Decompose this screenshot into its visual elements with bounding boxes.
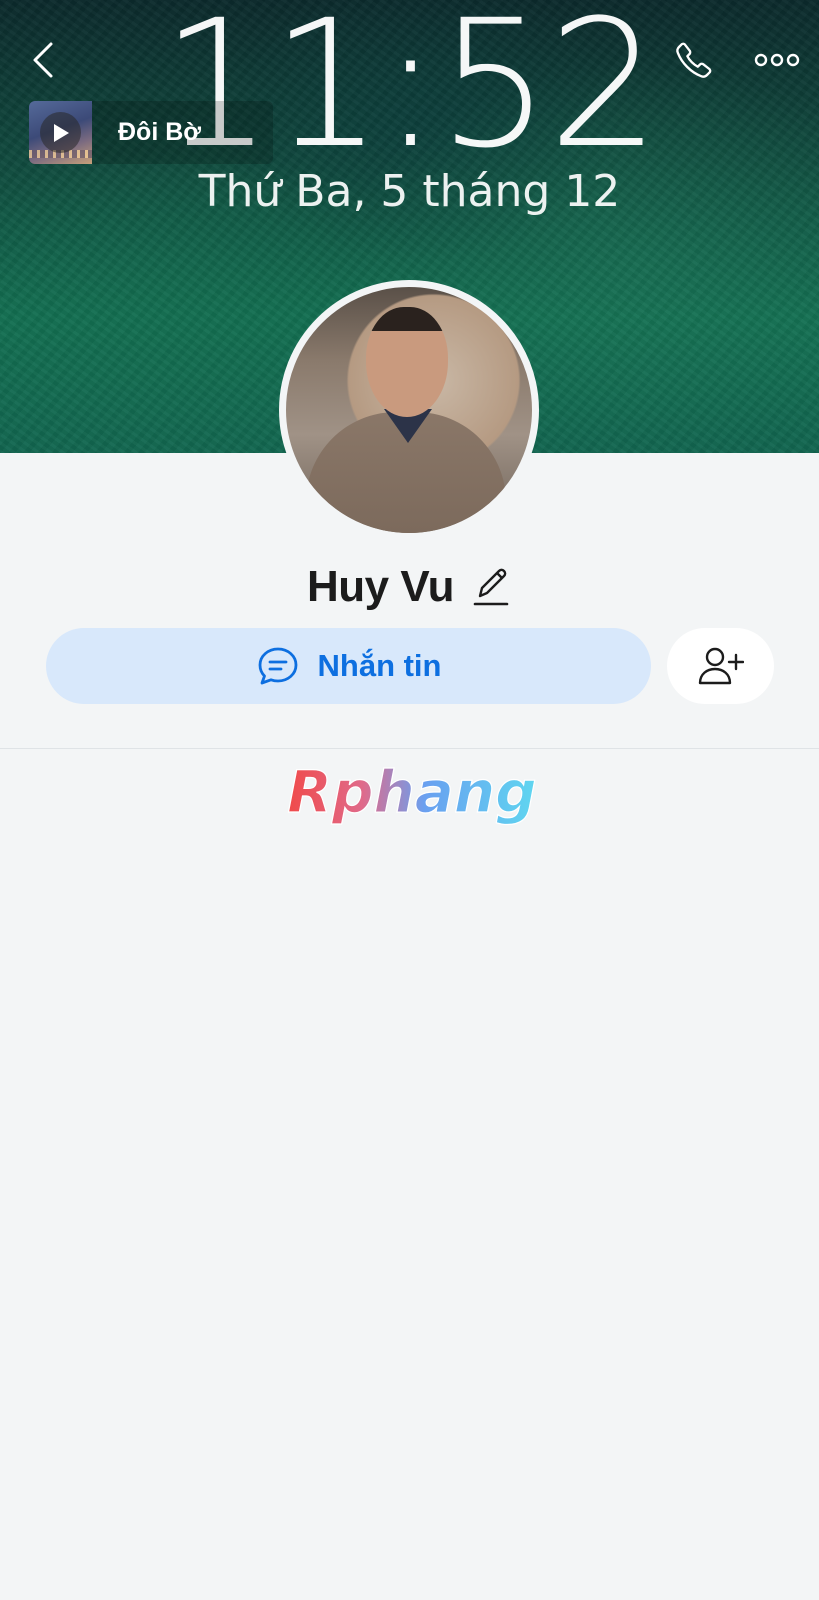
more-options-button[interactable]	[752, 40, 802, 80]
watermark-logo: Rphang	[284, 757, 540, 834]
profile-name: Huy Vu	[307, 562, 454, 611]
play-icon	[53, 123, 69, 142]
watermark-text: Rphang	[287, 762, 536, 826]
message-button-label: Nhắn tin	[317, 648, 442, 683]
more-dots-icon	[754, 53, 800, 67]
back-button[interactable]	[26, 38, 60, 82]
music-thumbnail	[29, 101, 92, 164]
pencil-icon	[473, 568, 509, 606]
section-divider	[0, 748, 819, 749]
chat-bubble-icon	[258, 647, 297, 685]
call-button[interactable]	[672, 38, 716, 82]
add-friend-button[interactable]	[667, 628, 774, 704]
cover-date-text: Thứ Ba, 5 tháng 12	[198, 166, 621, 217]
edit-name-button[interactable]	[472, 565, 512, 609]
phone-icon	[676, 42, 712, 78]
music-title: Đôi Bờ	[118, 118, 202, 146]
avatar-head-shape	[366, 307, 448, 417]
avatar[interactable]	[279, 280, 539, 540]
add-user-icon	[698, 647, 744, 685]
chevron-left-icon	[33, 42, 53, 78]
message-button[interactable]: Nhắn tin	[46, 628, 651, 704]
play-button[interactable]	[40, 112, 81, 153]
profile-name-row: Huy Vu	[0, 562, 819, 612]
profile-music-pill[interactable]: Đôi Bờ	[29, 101, 273, 164]
